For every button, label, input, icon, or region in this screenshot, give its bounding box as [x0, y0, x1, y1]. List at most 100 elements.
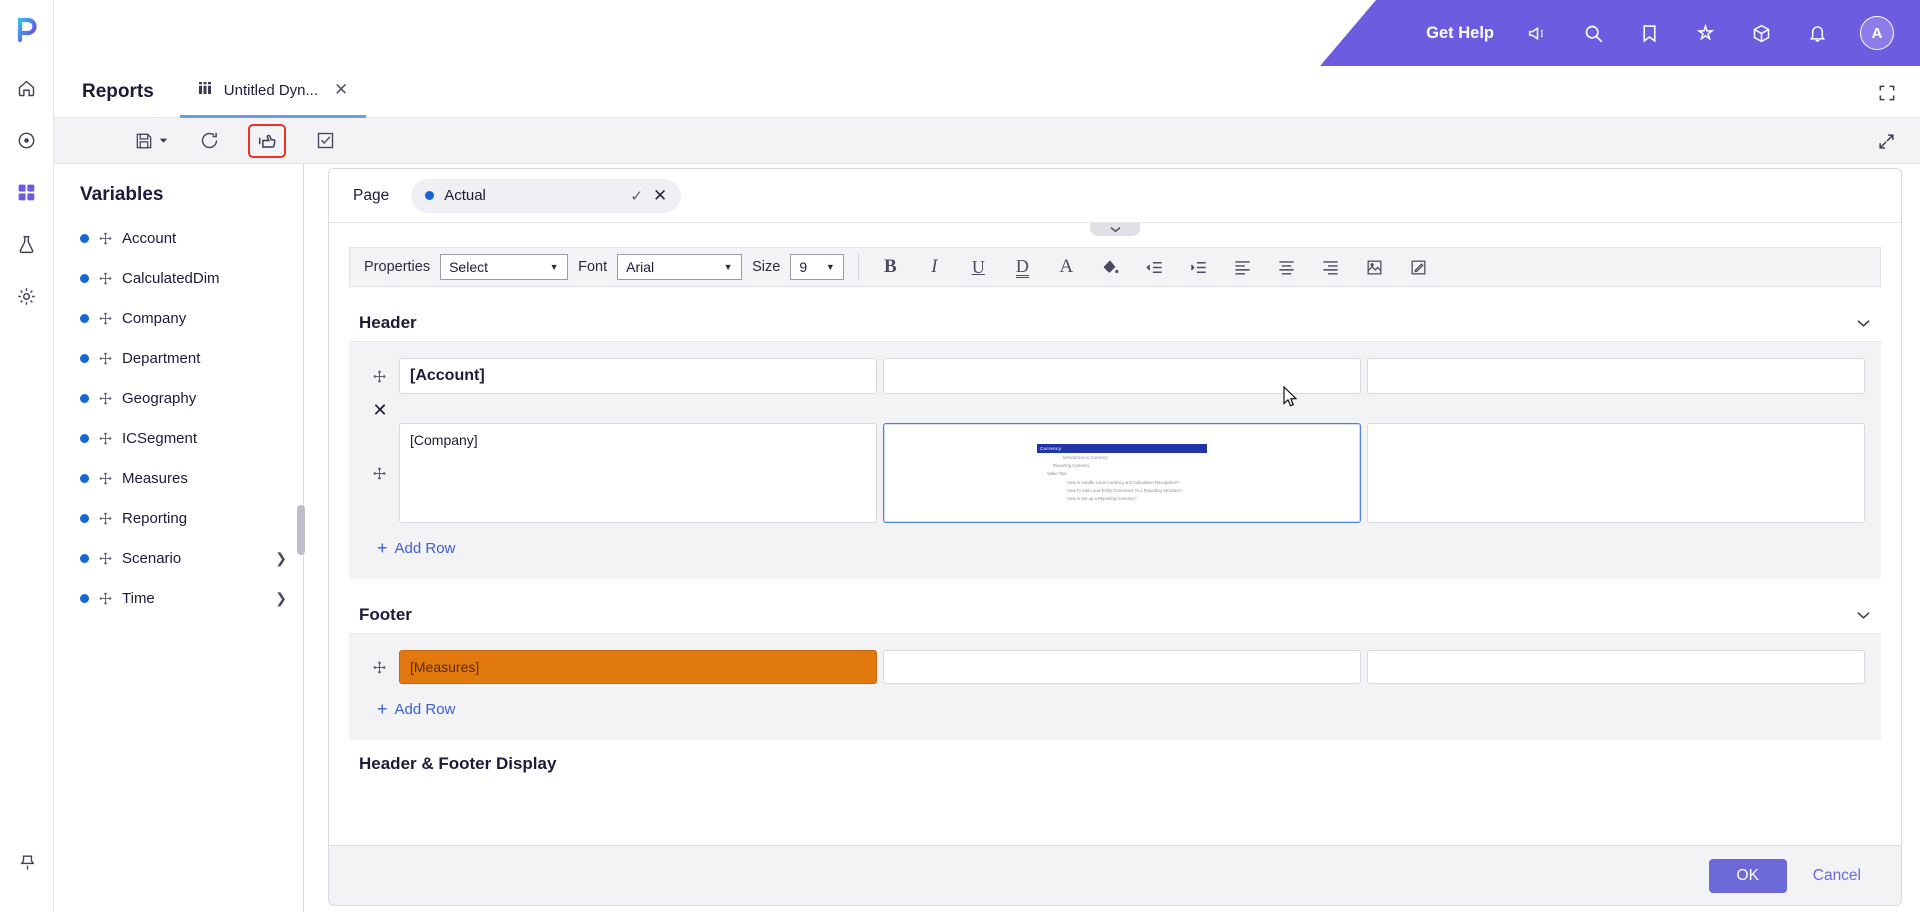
size-label: Size [752, 259, 781, 275]
font-select[interactable]: Arial ▼ [617, 254, 743, 280]
bold-button[interactable]: B [873, 252, 907, 282]
align-left-button[interactable] [1225, 252, 1259, 282]
application-window: Get Help A Reports Untitled Dyn... ✕ Var… [0, 0, 1920, 912]
align-right-button[interactable] [1313, 252, 1347, 282]
variable-item-company[interactable]: Company [54, 298, 303, 338]
get-help-link[interactable]: Get Help [1426, 24, 1494, 43]
remove-row-button[interactable]: ✕ [365, 398, 393, 423]
sidebar-item-target[interactable] [7, 120, 47, 160]
sidebar-item-apps[interactable] [7, 172, 47, 212]
align-center-button[interactable] [1269, 252, 1303, 282]
variables-title: Variables [80, 184, 164, 205]
font-value: Arial [626, 259, 655, 275]
size-select[interactable]: 9 ▼ [790, 254, 845, 280]
layout-cell[interactable] [1367, 423, 1865, 523]
chevron-down-icon[interactable] [1856, 316, 1871, 331]
sidebar-item-settings[interactable] [7, 276, 47, 316]
rail-bottom-group [0, 842, 54, 894]
variable-item-geography[interactable]: Geography [54, 378, 303, 418]
publish-button[interactable] [248, 123, 286, 158]
page-value-chip[interactable]: Actual ✓ ✕ [411, 178, 682, 213]
variable-item-reporting[interactable]: Reporting [54, 498, 303, 538]
collapse-toggle[interactable] [1090, 223, 1140, 236]
move-handle-icon[interactable] [98, 431, 113, 446]
cancel-button[interactable]: Cancel [1813, 867, 1861, 885]
layout-cell[interactable]: [Account] [399, 358, 877, 394]
checklist-button[interactable] [308, 126, 342, 156]
search-icon[interactable] [1580, 20, 1606, 46]
decrease-indent-button[interactable] [1137, 252, 1171, 282]
ok-button[interactable]: OK [1708, 858, 1787, 893]
megaphone-icon[interactable] [1524, 20, 1550, 46]
sparkle-icon[interactable] [1692, 20, 1718, 46]
tab-label: Untitled Dyn... [223, 81, 319, 99]
layout-cell[interactable] [1367, 358, 1865, 394]
edit-note-button[interactable] [1401, 252, 1435, 282]
move-handle-icon[interactable] [98, 551, 113, 566]
action-toolbar [54, 118, 1920, 164]
layout-cell[interactable] [883, 650, 1361, 684]
variable-item-time[interactable]: Time ❯ [54, 578, 303, 618]
chevron-right-icon[interactable]: ❯ [275, 590, 287, 607]
insert-image-button[interactable] [1357, 252, 1391, 282]
row-drag-handle[interactable] [365, 650, 393, 684]
double-underline-button[interactable]: D [1005, 252, 1039, 282]
expand-diagonal-icon[interactable] [1874, 129, 1898, 153]
fullscreen-icon[interactable] [1874, 80, 1900, 106]
chevron-right-icon[interactable]: ❯ [275, 550, 287, 567]
panel-resize-handle[interactable] [297, 505, 305, 555]
variable-item-calculateddim[interactable]: CalculatedDim [54, 258, 303, 298]
avatar[interactable]: A [1860, 16, 1894, 50]
layout-cell[interactable] [883, 358, 1361, 394]
variable-item-measures[interactable]: Measures [54, 458, 303, 498]
add-row-button[interactable]: + Add Row [365, 688, 1865, 732]
move-handle-icon[interactable] [98, 591, 113, 606]
move-handle-icon[interactable] [98, 471, 113, 486]
row-drag-handle[interactable] [365, 423, 393, 523]
section-title: Footer [359, 605, 412, 624]
properties-select[interactable]: Select ▼ [440, 254, 569, 280]
bookmark-icon[interactable] [1636, 20, 1662, 46]
sidebar-item-modeling[interactable] [7, 224, 47, 264]
bell-icon[interactable] [1804, 20, 1830, 46]
underline-button[interactable]: U [961, 252, 995, 282]
app-logo-icon[interactable] [10, 12, 44, 46]
refresh-button[interactable] [192, 126, 226, 156]
layout-cell[interactable] [1367, 650, 1865, 684]
variable-item-scenario[interactable]: Scenario ❯ [54, 538, 303, 578]
move-handle-icon[interactable] [98, 391, 113, 406]
row-drag-handle[interactable] [365, 358, 393, 394]
variable-item-department[interactable]: Department [54, 338, 303, 378]
move-handle-icon[interactable] [98, 351, 113, 366]
variable-item-icsegment[interactable]: ICSegment [54, 418, 303, 458]
italic-button[interactable]: I [917, 252, 951, 282]
pin-icon[interactable] [7, 842, 47, 882]
layout-cell[interactable]: [Measures] [399, 650, 877, 684]
add-row-button[interactable]: + Add Row [365, 527, 1865, 571]
variable-dot-icon [80, 593, 89, 603]
section-header[interactable]: Header [349, 305, 1881, 342]
chevron-down-icon[interactable] [1856, 608, 1871, 623]
section-header[interactable]: Footer [349, 597, 1881, 634]
section-body: [Measures] + Add Row [349, 634, 1881, 740]
page-chip-label: Actual [444, 187, 486, 204]
move-handle-icon[interactable] [98, 311, 113, 326]
fill-color-button[interactable] [1093, 252, 1127, 282]
variable-item-account[interactable]: Account [54, 218, 303, 258]
variable-label: Reporting [122, 509, 188, 527]
font-color-button[interactable]: A [1049, 252, 1083, 282]
close-icon[interactable]: ✕ [334, 80, 348, 100]
sidebar-item-home[interactable] [7, 68, 47, 108]
clear-icon[interactable]: ✕ [653, 186, 667, 206]
increase-indent-button[interactable] [1181, 252, 1215, 282]
save-button[interactable] [134, 126, 168, 156]
check-icon[interactable]: ✓ [630, 187, 643, 205]
layout-cell[interactable]: Currency Introduction to Currency Reportin… [883, 423, 1361, 523]
move-handle-icon[interactable] [98, 511, 113, 526]
tab-untitled-dynamic-report[interactable]: Untitled Dyn... ✕ [179, 66, 367, 118]
cell-text: [Company] [410, 432, 478, 448]
cube-icon[interactable] [1748, 20, 1774, 46]
move-handle-icon[interactable] [98, 271, 113, 286]
layout-cell[interactable]: [Company] [399, 423, 877, 523]
move-handle-icon[interactable] [98, 231, 113, 246]
